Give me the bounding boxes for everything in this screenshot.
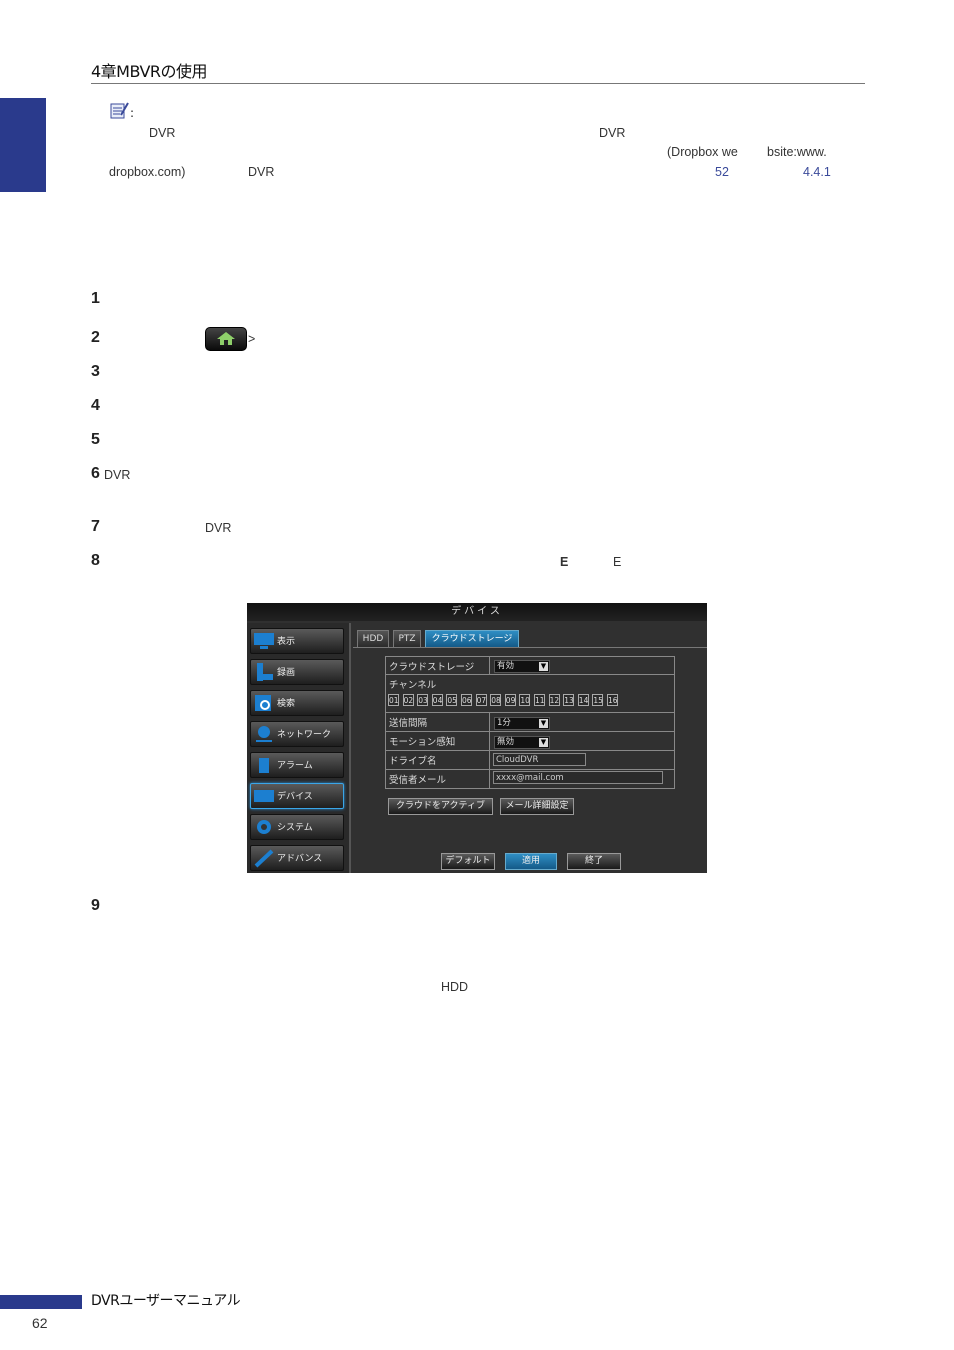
tab-ptz[interactable]: PTZ — [393, 630, 421, 647]
channel-checkbox[interactable]: 09 — [504, 694, 516, 706]
drive-name-input[interactable]: CloudDVR — [493, 753, 586, 766]
channel-checkbox[interactable]: 14 — [577, 694, 589, 706]
step-number: 2 — [91, 329, 100, 346]
channel-checkbox[interactable]: 13 — [563, 694, 575, 706]
step-number: 3 — [91, 363, 100, 380]
tab-hdd[interactable]: HDD — [357, 630, 389, 647]
menu-system-button[interactable]: システム — [250, 814, 344, 840]
cloud-storage-select[interactable]: 有効 ▼ — [494, 660, 550, 673]
step-text: HDD — [441, 980, 469, 994]
apply-button[interactable]: 適用 — [505, 853, 557, 870]
step-number: 8 — [91, 552, 100, 569]
step-number: 4 — [91, 397, 100, 414]
note-colon: : — [130, 106, 135, 120]
chevron-down-icon: ▼ — [539, 738, 548, 747]
channel-checkbox[interactable]: 08 — [490, 694, 502, 706]
channel-checkbox[interactable]: 16 — [607, 694, 618, 706]
menu-advance-button[interactable]: アドバンス — [250, 845, 344, 871]
channel-checkbox[interactable]: 12 — [548, 694, 560, 706]
step-text: DVR — [104, 468, 131, 482]
page-link[interactable]: 52 — [715, 165, 729, 179]
channel-checkbox[interactable]: 11 — [534, 694, 545, 706]
tab-cloud-storage[interactable]: クラウドストレージ — [425, 630, 519, 647]
note-text: DVR — [149, 126, 176, 140]
step-text: DVR — [205, 521, 232, 535]
menu-path-arrow: > — [248, 332, 256, 346]
monitor-icon — [254, 633, 274, 649]
home-button — [205, 327, 247, 351]
channel-checkbox[interactable]: 04 — [431, 694, 443, 706]
channel-checkbox[interactable]: 01 — [388, 694, 399, 706]
dvr-window-title: デバイス — [247, 603, 707, 621]
footer-bar — [0, 1295, 82, 1309]
default-button[interactable]: デフォルト — [441, 853, 495, 870]
channel-checkbox[interactable]: 07 — [475, 694, 487, 706]
device-icon — [254, 790, 274, 802]
search-icon — [255, 695, 271, 711]
activate-cloud-button[interactable]: クラウドをアクティブ — [388, 798, 493, 815]
channel-checkbox[interactable]: 06 — [461, 694, 472, 706]
channel-checkbox[interactable]: 15 — [592, 694, 604, 706]
step-number: 1 — [91, 290, 100, 307]
chapter-title: 4章MBVRの使用 — [91, 62, 208, 81]
menu-device-button[interactable]: デバイス — [250, 783, 344, 809]
record-icon — [257, 663, 273, 681]
chevron-down-icon: ▼ — [539, 662, 548, 671]
mail-settings-button[interactable]: メール詳細設定 — [500, 798, 574, 815]
wrench-icon — [254, 849, 274, 868]
interval-select[interactable]: 1分 ▼ — [494, 717, 550, 730]
recipient-email-input[interactable]: xxxx@mail.com — [493, 771, 663, 784]
note-text: DVR — [599, 126, 626, 140]
home-icon — [217, 332, 235, 345]
gear-icon — [257, 820, 271, 834]
channel-checkbox[interactable]: 03 — [417, 694, 429, 706]
network-icon — [256, 726, 272, 742]
step-number: 9 — [91, 897, 100, 914]
note-text: bsite:www. — [767, 145, 827, 159]
chapter-side-tab — [0, 98, 46, 192]
menu-record-button[interactable]: 録画 — [250, 659, 344, 685]
menu-search-button[interactable]: 検索 — [250, 690, 344, 716]
footer-title: DVRユーザーマニュアル — [91, 1293, 241, 1309]
note-icon — [108, 100, 130, 122]
menu-alarm-button[interactable]: アラーム — [250, 752, 344, 778]
alarm-icon — [259, 758, 269, 773]
motion-select[interactable]: 無効 ▼ — [494, 736, 550, 749]
step-text: E — [560, 555, 569, 569]
title-divider — [91, 83, 865, 84]
note-text: DVR — [248, 165, 275, 179]
dvr-device-screenshot: デバイス 表示 録画 検索 ネットワーク アラーム デバイス システム アドバン… — [247, 603, 707, 873]
channel-checkbox[interactable]: 05 — [446, 694, 458, 706]
exit-button[interactable]: 終了 — [567, 853, 621, 870]
step-number: 7 — [91, 518, 100, 535]
note-text: (Dropbox we — [667, 145, 738, 159]
step-text: E — [613, 555, 622, 569]
step-number: 5 — [91, 431, 100, 448]
menu-network-button[interactable]: ネットワーク — [250, 721, 344, 747]
channel-checkbox[interactable]: 02 — [402, 694, 414, 706]
note-text: dropbox.com) — [109, 165, 186, 179]
menu-display-button[interactable]: 表示 — [250, 628, 344, 654]
page-number: 62 — [32, 1315, 48, 1331]
chevron-down-icon: ▼ — [539, 719, 548, 728]
channel-checkbox[interactable]: 10 — [519, 694, 531, 706]
dvr-main-menu: 表示 録画 検索 ネットワーク アラーム デバイス システム アドバンス — [247, 623, 351, 873]
step-number: 6 — [91, 465, 100, 482]
section-link[interactable]: 4.4.1 — [803, 165, 831, 179]
